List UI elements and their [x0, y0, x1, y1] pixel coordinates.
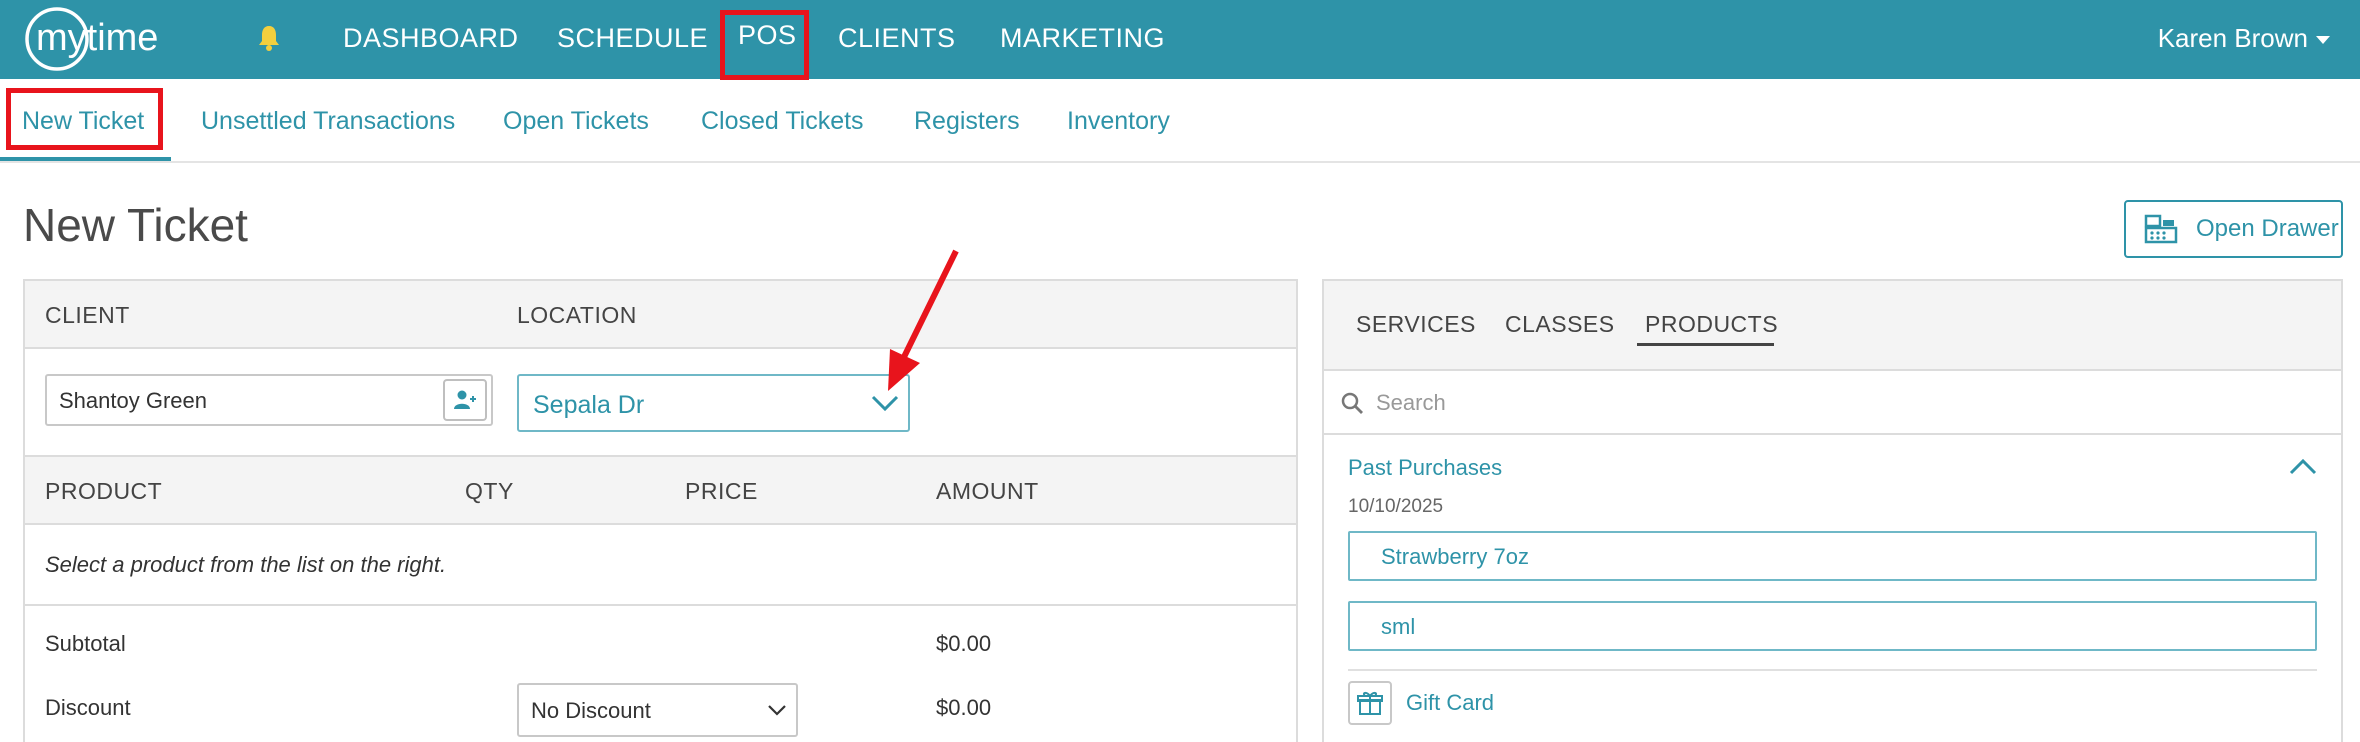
- location-select[interactable]: Sepala Dr: [517, 374, 910, 432]
- chevron-up-icon[interactable]: [2288, 457, 2318, 477]
- discount-value: No Discount: [531, 698, 651, 723]
- active-tab-indicator: [0, 157, 171, 161]
- search-icon: [1341, 392, 1363, 414]
- add-user-icon: [454, 390, 476, 409]
- column-qty: QTY: [465, 478, 514, 504]
- page-title: New Ticket: [23, 199, 248, 251]
- past-purchase-item[interactable]: Strawberry 7oz: [1348, 531, 2317, 581]
- subnav-new-ticket[interactable]: New Ticket: [22, 106, 144, 136]
- column-product: PRODUCT: [45, 478, 163, 504]
- divider: [1348, 669, 2317, 671]
- chevron-down-icon: [768, 705, 786, 716]
- nav-marketing[interactable]: MARKETING: [1000, 23, 1165, 53]
- nav-pos[interactable]: POS: [738, 20, 797, 50]
- user-name: Karen Brown: [2157, 23, 2308, 53]
- client-label: CLIENT: [45, 302, 130, 328]
- logo-wordmark: mytime: [36, 17, 158, 59]
- client-field[interactable]: Shantoy Green: [45, 374, 493, 426]
- ticket-panel: CLIENT LOCATION Shantoy Green Sepala Dr …: [23, 279, 1298, 742]
- caret-down-icon: [2316, 36, 2330, 45]
- gift-icon: [1348, 681, 1392, 725]
- column-price: PRICE: [685, 478, 758, 504]
- bell-icon[interactable]: [254, 22, 284, 52]
- subnav-inventory[interactable]: Inventory: [1067, 106, 1170, 136]
- client-location-header: CLIENT LOCATION: [25, 281, 1296, 349]
- subtotal-value: $0.00: [936, 631, 992, 656]
- past-purchase-date: 10/10/2025: [1348, 496, 1444, 517]
- sub-navigation: New Ticket Unsettled Transactions Open T…: [0, 79, 2360, 163]
- cash-register-icon: [2144, 214, 2178, 244]
- tab-classes[interactable]: CLASSES: [1505, 311, 1615, 337]
- nav-dashboard[interactable]: DASHBOARD: [343, 23, 519, 53]
- location-value: Sepala Dr: [533, 391, 645, 419]
- location-label: LOCATION: [517, 302, 637, 328]
- gift-card-item[interactable]: Gift Card: [1348, 681, 1494, 725]
- mytime-logo[interactable]: mytime: [22, 4, 192, 74]
- past-purchase-item-label: Strawberry 7oz: [1381, 544, 1529, 569]
- active-tab-indicator: [1637, 343, 1774, 346]
- tab-services[interactable]: SERVICES: [1356, 311, 1476, 337]
- divider: [25, 604, 1296, 606]
- chevron-down-icon: [871, 395, 899, 412]
- past-purchase-item-label: sml: [1381, 614, 1416, 639]
- empty-ticket-message: Select a product from the list on the ri…: [45, 552, 447, 577]
- nav-schedule[interactable]: SCHEDULE: [557, 23, 708, 53]
- subtotal-label: Subtotal: [45, 631, 126, 656]
- subnav-unsettled-transactions[interactable]: Unsettled Transactions: [201, 106, 455, 136]
- subnav-closed-tickets[interactable]: Closed Tickets: [701, 106, 864, 136]
- discount-select[interactable]: No Discount: [517, 683, 798, 737]
- client-value: Shantoy Green: [59, 388, 207, 413]
- subnav-registers[interactable]: Registers: [914, 106, 1020, 136]
- past-purchases-title[interactable]: Past Purchases: [1348, 455, 1502, 481]
- discount-label: Discount: [45, 695, 131, 720]
- tab-products[interactable]: PRODUCTS: [1645, 311, 1778, 337]
- past-purchase-item[interactable]: sml: [1348, 601, 2317, 651]
- subnav-open-tickets[interactable]: Open Tickets: [503, 106, 649, 136]
- catalog-tabs: SERVICES CLASSES PRODUCTS: [1324, 281, 2341, 371]
- nav-clients[interactable]: CLIENTS: [838, 23, 956, 53]
- open-drawer-label: Open Drawer: [2196, 215, 2339, 242]
- add-client-button[interactable]: [443, 379, 487, 421]
- open-drawer-button[interactable]: Open Drawer: [2124, 200, 2343, 258]
- top-navigation: mytime DASHBOARD SCHEDULE POS CLIENTS MA…: [0, 0, 2360, 79]
- product-table-header: PRODUCT QTY PRICE AMOUNT: [25, 455, 1296, 525]
- discount-amount: $0.00: [936, 695, 992, 720]
- gift-card-label: Gift Card: [1406, 690, 1495, 715]
- user-menu[interactable]: Karen Brown: [2158, 23, 2330, 53]
- search-input[interactable]: Search: [1324, 371, 2341, 435]
- catalog-panel: SERVICES CLASSES PRODUCTS Search Past Pu…: [1322, 279, 2343, 742]
- column-amount: AMOUNT: [936, 478, 1039, 504]
- search-placeholder: Search: [1376, 390, 1446, 415]
